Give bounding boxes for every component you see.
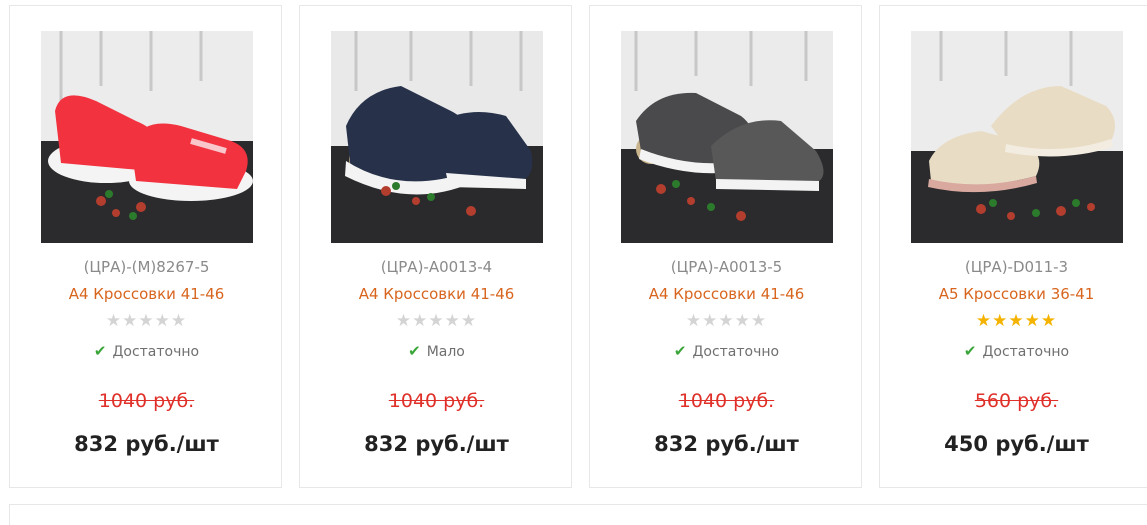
- star-icon: ★: [718, 311, 735, 331]
- check-icon: ✔: [93, 342, 107, 360]
- product-sku: (ЦРА)-А0013-5: [670, 258, 783, 276]
- current-price: 832 руб./шт: [654, 432, 799, 456]
- current-price: 832 руб./шт: [74, 432, 219, 456]
- product-image[interactable]: [911, 31, 1123, 243]
- star-icon: ★: [460, 311, 478, 331]
- star-icon: ★: [170, 311, 188, 331]
- product-card: (ЦРА)-(М)8267-5 А4 Кроссовки 41-46 ★★★★★…: [9, 5, 282, 488]
- check-icon: ✔: [963, 342, 977, 360]
- old-price: 1040 руб.: [678, 390, 775, 412]
- old-price: 1040 руб.: [388, 390, 485, 412]
- product-sku: (ЦРА)-(М)8267-5: [83, 258, 210, 276]
- star-icon: ★: [750, 311, 768, 331]
- check-icon: ✔: [673, 342, 687, 360]
- star-icon: ★: [1040, 311, 1058, 331]
- star-icon: ★: [105, 311, 123, 331]
- star-icon: ★: [975, 311, 993, 331]
- stock-status-label: Достаточно: [982, 344, 1070, 360]
- star-icon: ★: [685, 311, 703, 331]
- old-price: 1040 руб.: [98, 390, 195, 412]
- current-price: 832 руб./шт: [364, 432, 509, 456]
- star-icon: ★: [395, 311, 413, 331]
- rating-stars: ★★★★★: [10, 311, 283, 331]
- star-icon: ★: [1008, 311, 1025, 331]
- stock-status: ✔ Достаточно: [10, 342, 283, 360]
- product-title-link[interactable]: А5 Кроссовки 36-41: [880, 285, 1147, 303]
- star-icon: ★: [138, 311, 155, 331]
- star-icon: ★: [122, 311, 139, 331]
- star-icon: ★: [428, 311, 445, 331]
- product-sku: (ЦРА)-А0013-4: [380, 258, 493, 276]
- check-icon: ✔: [408, 342, 421, 360]
- stock-status: ✔ Достаточно: [880, 342, 1147, 360]
- star-icon: ★: [444, 311, 461, 331]
- product-card: (ЦРА)-А0013-5 А4 Кроссовки 41-46 ★★★★★ ✔…: [589, 5, 862, 488]
- product-image[interactable]: [41, 31, 253, 243]
- rating-stars: ★★★★★: [300, 311, 573, 331]
- product-card: (ЦРА)-А0013-4 А4 Кроссовки 41-46 ★★★★★ ✔…: [299, 5, 572, 488]
- star-icon: ★: [1024, 311, 1041, 331]
- current-price: 450 руб./шт: [944, 432, 1089, 456]
- old-price: 560 руб.: [974, 390, 1059, 412]
- rating-stars: ★★★★★: [880, 311, 1147, 331]
- stock-status-label: Мало: [426, 344, 465, 360]
- stock-status: ✔ Мало: [300, 342, 573, 360]
- product-title-link[interactable]: А4 Кроссовки 41-46: [300, 285, 573, 303]
- star-icon: ★: [992, 311, 1009, 331]
- stock-status-label: Достаточно: [112, 344, 200, 360]
- product-image[interactable]: [621, 31, 833, 243]
- stock-status-label: Достаточно: [692, 344, 780, 360]
- star-icon: ★: [154, 311, 171, 331]
- product-image[interactable]: [331, 31, 543, 243]
- product-card: (ЦРА)-D011-3 А5 Кроссовки 36-41 ★★★★★ ✔ Д…: [879, 5, 1147, 488]
- product-title-link[interactable]: А4 Кроссовки 41-46: [10, 285, 283, 303]
- rating-stars: ★★★★★: [590, 311, 863, 331]
- product-title-link[interactable]: А4 Кроссовки 41-46: [590, 285, 863, 303]
- stock-status: ✔ Достаточно: [590, 342, 863, 360]
- star-icon: ★: [412, 311, 429, 331]
- star-icon: ★: [702, 311, 719, 331]
- product-sku: (ЦРА)-D011-3: [964, 258, 1069, 276]
- star-icon: ★: [734, 311, 751, 331]
